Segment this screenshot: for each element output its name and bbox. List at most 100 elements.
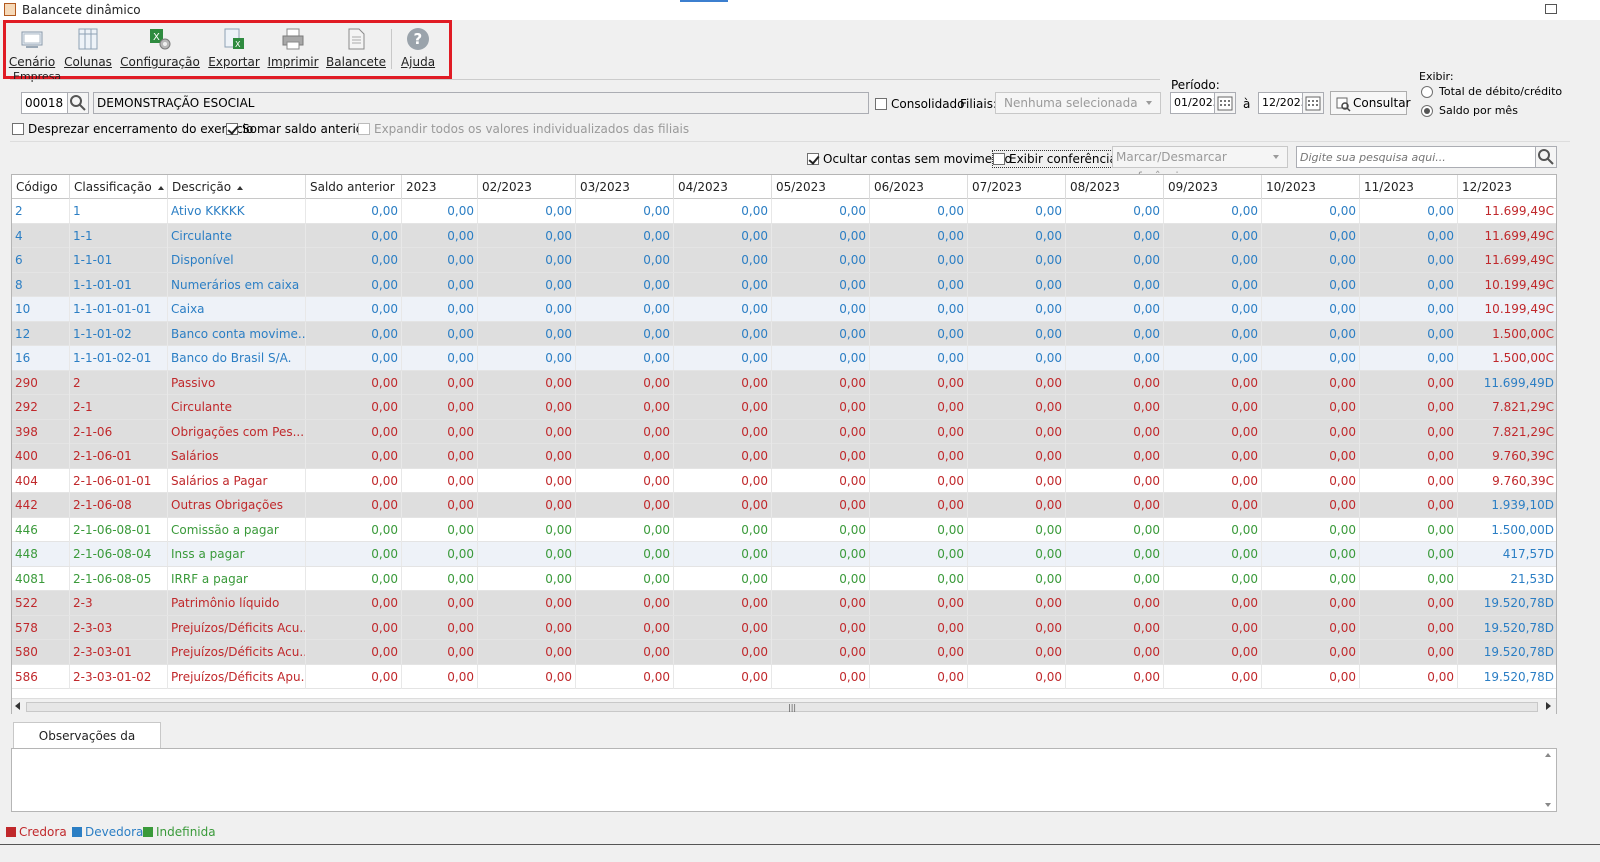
restore-window-icon[interactable] — [1545, 4, 1557, 14]
column-header-label: Saldo anterior — [310, 180, 395, 194]
month-balance: 0,00 — [1262, 444, 1360, 468]
consolidated-box[interactable] — [875, 98, 887, 110]
period-to-calendar-button[interactable] — [1302, 92, 1324, 114]
horizontal-scrollbar[interactable]: ||| — [12, 698, 1556, 714]
month-balance: 0,00 — [478, 419, 576, 444]
table-row[interactable]: 2 1 Ativo KKKKK 0,00 0,00 0,00 0,00 0,00 0,00 0,0… — [12, 199, 1556, 224]
tab-company-notes[interactable]: Observações da empresa — [13, 722, 161, 769]
scroll-grip-icon[interactable]: ||| — [788, 703, 796, 712]
help-button[interactable]: ? Ajuda — [398, 27, 438, 71]
month-balance: 0,00 — [478, 493, 576, 517]
search-icon — [1538, 149, 1554, 165]
columns-button[interactable]: Colunas — [64, 27, 112, 71]
company-search-button[interactable] — [67, 92, 89, 114]
account-code: 292 — [12, 395, 70, 419]
month-balance: 0,00 — [576, 615, 674, 640]
balance-per-month-radio[interactable]: Saldo por mês — [1421, 104, 1518, 117]
column-header[interactable]: Classificação — [70, 175, 168, 199]
table-row[interactable]: 10 1-1-01-01-01 Caixa 0,00 0,00 0,00 0,00 0,00 0… — [12, 297, 1556, 322]
column-header[interactable]: 02/2023 — [478, 175, 576, 199]
search-input[interactable] — [1296, 146, 1536, 168]
column-header[interactable]: Código — [12, 175, 70, 199]
consult-button[interactable]: Consultar — [1330, 91, 1411, 115]
notes-scrollbar[interactable] — [1542, 751, 1554, 809]
previous-balance: 0,00 — [306, 493, 402, 517]
company-code-field[interactable]: 00018 — [21, 92, 68, 114]
table-row[interactable]: 404 2-1-06-01-01 Salários a Pagar 0,00 0,00 0… — [12, 468, 1556, 493]
account-description: Numerários em caixa — [168, 272, 306, 297]
column-header[interactable]: Saldo anterior — [306, 175, 402, 199]
column-header[interactable]: 04/2023 — [674, 175, 772, 199]
search-button[interactable] — [1535, 146, 1557, 168]
column-header[interactable]: 11/2023 — [1360, 175, 1458, 199]
month-balance: 0,00 — [576, 493, 674, 517]
table-row[interactable]: 578 2-3-03 Prejuízos/Déficits Acu... 0,00 0,… — [12, 615, 1556, 640]
account-code: 404 — [12, 468, 70, 493]
ignore-closing-box[interactable] — [12, 123, 24, 135]
table-row[interactable]: 4081 2-1-06-08-05 IRRF a pagar 0,00 0,00 0,00… — [12, 566, 1556, 591]
table-row[interactable]: 442 2-1-06-08 Outras Obrigações 0,00 0,00 0,0… — [12, 493, 1556, 518]
sort-ascending-icon[interactable] — [157, 185, 164, 190]
table-row[interactable]: 290 2 Passivo 0,00 0,00 0,00 0,00 0,00 0,00 0,00 0… — [12, 370, 1556, 395]
table-row[interactable]: 4 1-1 Circulante 0,00 0,00 0,00 0,00 0,00 0,00 0,… — [12, 223, 1556, 248]
print-button[interactable]: Imprimir — [267, 27, 319, 71]
column-header[interactable]: 12/2023 — [1458, 175, 1556, 199]
table-row[interactable]: 16 1-1-01-02-01 Banco do Brasil S/A. 0,00 0,… — [12, 346, 1556, 371]
configuration-button[interactable]: X Configuração — [120, 27, 200, 71]
table-row[interactable]: 586 2-3-03-01-02 Prejuízos/Déficits Apu...… — [12, 664, 1556, 689]
table-row[interactable]: 292 2-1 Circulante 0,00 0,00 0,00 0,00 0,00 0,00… — [12, 395, 1556, 420]
column-header[interactable]: 05/2023 — [772, 175, 870, 199]
period-from-calendar-button[interactable] — [1214, 92, 1236, 114]
mark-check-dropdown[interactable]: Marcar/Desmarcar conferência — [1112, 146, 1288, 184]
add-previous-balance-checkbox[interactable]: Somar saldo anterior — [226, 122, 368, 136]
column-header[interactable]: 06/2023 — [870, 175, 968, 199]
table-row[interactable]: 12 1-1-01-02 Banco conta movime... 0,00 0,00… — [12, 321, 1556, 346]
column-header[interactable]: 07/2023 — [968, 175, 1066, 199]
period-to-field[interactable]: 12/2023 — [1258, 92, 1308, 114]
hide-no-movement-checkbox[interactable]: Ocultar contas sem movimento — [807, 152, 1012, 166]
trial-balance-button[interactable]: Balancete — [326, 27, 386, 71]
show-checks-box[interactable] — [993, 153, 1005, 165]
branches-dropdown[interactable]: Nenhuma selecionada — [995, 92, 1161, 114]
expand-branches-box[interactable] — [358, 123, 370, 135]
print-label: Imprimir — [267, 55, 319, 69]
column-header[interactable]: Descrição — [168, 175, 306, 199]
scroll-left-icon[interactable] — [15, 702, 20, 710]
month-balance: 0,00 — [402, 542, 478, 566]
period-from-field[interactable]: 01/2023 — [1170, 92, 1220, 114]
scroll-right-icon[interactable] — [1546, 702, 1551, 710]
column-header[interactable]: 03/2023 — [576, 175, 674, 199]
export-button[interactable]: X Exportar — [208, 27, 260, 71]
previous-balance: 0,00 — [306, 542, 402, 566]
column-header[interactable]: 09/2023 — [1164, 175, 1262, 199]
table-row[interactable]: 6 1-1-01 Disponível 0,00 0,00 0,00 0,00 0,00 0,0… — [12, 248, 1556, 273]
company-notes-area[interactable] — [11, 748, 1557, 812]
total-debit-credit-dot[interactable] — [1421, 85, 1433, 98]
show-checks-checkbox[interactable]: Exibir conferências — [992, 150, 1126, 168]
sort-ascending-icon[interactable] — [237, 185, 244, 190]
month-balance: 0,00 — [674, 591, 772, 615]
column-header[interactable]: 10/2023 — [1262, 175, 1360, 199]
table-row[interactable]: 522 2-3 Patrimônio líquido 0,00 0,00 0,00 0,00… — [12, 591, 1556, 616]
balance-per-month-dot[interactable] — [1421, 104, 1433, 117]
hide-no-movement-box[interactable] — [807, 153, 819, 165]
account-code: 4081 — [12, 566, 70, 591]
month-balance: 0,00 — [1262, 591, 1360, 615]
table-row[interactable]: 448 2-1-06-08-04 Inss a pagar 0,00 0,00 0,00 0… — [12, 542, 1556, 567]
month-balance: 0,00 — [1066, 468, 1164, 493]
column-header[interactable]: 2023 — [402, 175, 478, 199]
scroll-track[interactable] — [26, 702, 1538, 712]
ignore-closing-checkbox[interactable]: Desprezar encerramento do exercício — [12, 122, 253, 136]
table-row[interactable]: 400 2-1-06-01 Salários 0,00 0,00 0,00 0,00 0,00… — [12, 444, 1556, 469]
consolidated-checkbox[interactable]: Consolidado — [875, 97, 965, 111]
add-previous-balance-box[interactable] — [226, 123, 238, 135]
month-balance: 10.199,49C — [1458, 273, 1556, 297]
table-row[interactable]: 580 2-3-03-01 Prejuízos/Déficits Acu... 0,0… — [12, 640, 1556, 665]
table-row[interactable]: 398 2-1-06 Obrigações com Pes... 0,00 0,00 0,… — [12, 419, 1556, 444]
scenario-button[interactable]: Cenário — [9, 27, 55, 71]
table-row[interactable]: 8 1-1-01-01 Numerários em caixa 0,00 0,00 0,0… — [12, 272, 1556, 297]
table-row[interactable]: 446 2-1-06-08-01 Comissão a pagar 0,00 0,00 0… — [12, 517, 1556, 542]
expand-branches-checkbox[interactable]: Expandir todos os valores individualizad… — [358, 122, 689, 136]
total-debit-credit-radio[interactable]: Total de débito/crédito — [1421, 85, 1562, 98]
column-header[interactable]: 08/2023 — [1066, 175, 1164, 199]
